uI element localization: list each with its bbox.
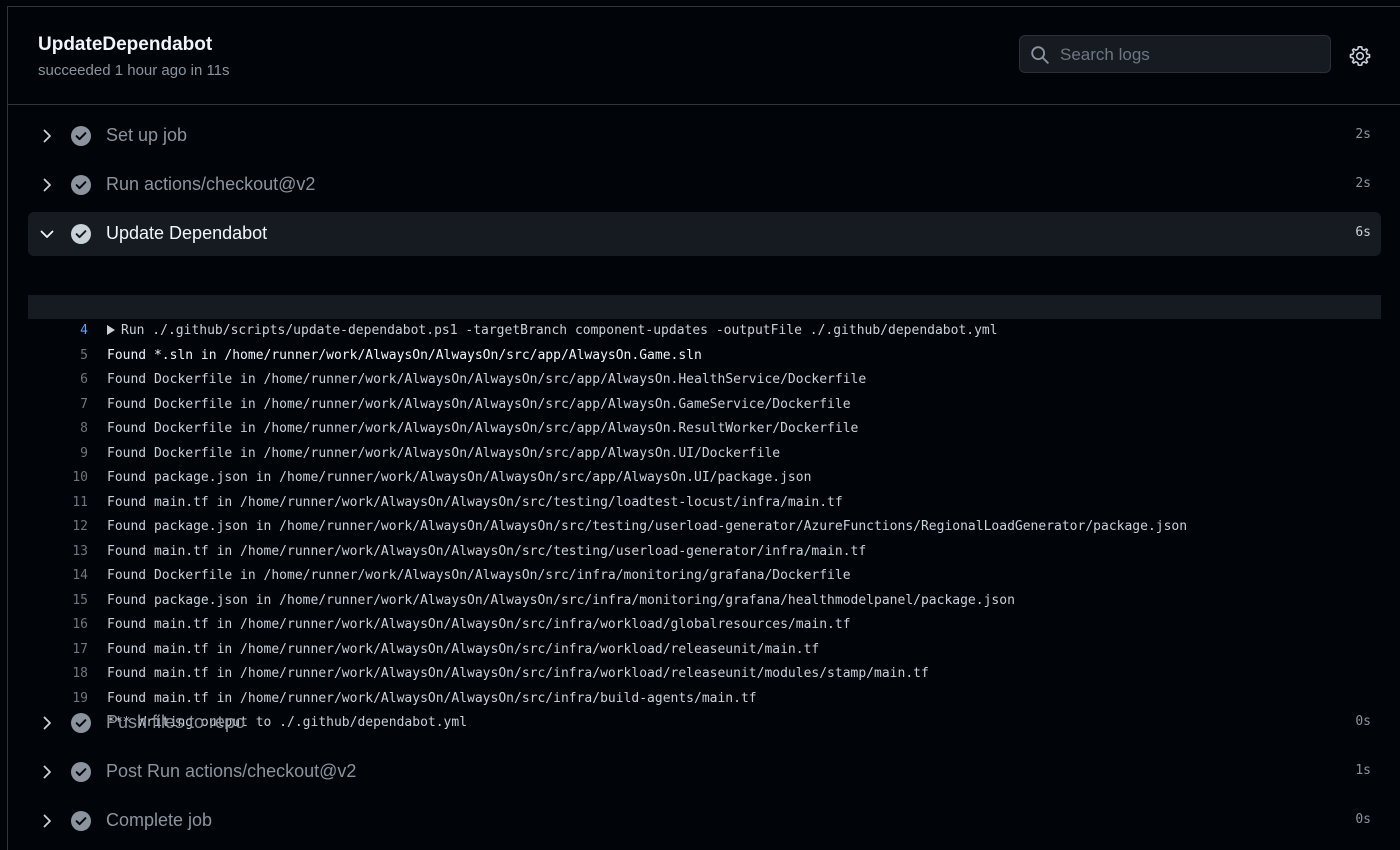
step-log-output: 1 Run ./.github/scripts/update-dependabo… xyxy=(28,270,1381,731)
step-run-checkout[interactable]: Run actions/checkout@v2 2s xyxy=(28,163,1381,207)
success-check-icon xyxy=(71,224,91,244)
job-title: UpdateDependabot xyxy=(38,34,213,55)
log-line[interactable]: 8 Found Dockerfile in /home/runner/work/… xyxy=(28,393,1381,461)
log-line[interactable]: 13 Found Dockerfile in /home/runner/work… xyxy=(28,515,1381,584)
chevron-down-icon xyxy=(40,230,54,238)
log-line[interactable]: 9 Found package.json in /home/runner/wor… xyxy=(28,417,1381,486)
step-label: Set up job xyxy=(106,125,188,145)
step-label: Update Dependabot xyxy=(106,223,268,243)
chevron-right-icon xyxy=(43,178,51,192)
chevron-right-icon xyxy=(43,814,51,828)
search-logs-input[interactable] xyxy=(1058,36,1322,74)
gear-icon[interactable] xyxy=(1348,44,1372,68)
job-header: UpdateDependabot succeeded 1 hour ago in… xyxy=(8,7,1400,105)
step-duration: 1s xyxy=(1355,763,1371,778)
log-line[interactable]: 5 Found Dockerfile in /home/runner/work/… xyxy=(28,319,1381,388)
success-check-icon xyxy=(71,175,91,195)
log-line[interactable]: 17 Found main.tf in /home/runner/work/Al… xyxy=(28,613,1381,682)
job-status-summary: succeeded 1 hour ago in 11s xyxy=(38,62,230,79)
log-line[interactable]: 16 Found main.tf in /home/runner/work/Al… xyxy=(28,589,1381,657)
step-push-files[interactable]: Push files to repo 0s xyxy=(28,701,1381,745)
log-line[interactable]: 19 *** Writing output to ./.github/depen… xyxy=(28,662,1381,731)
success-check-icon xyxy=(71,811,91,831)
step-duration: 6s xyxy=(1355,225,1371,240)
log-line[interactable]: 18 Found main.tf in /home/runner/work/Al… xyxy=(28,638,1381,706)
step-label: Post Run actions/checkout@v2 xyxy=(106,761,357,781)
log-line[interactable]: 6 Found Dockerfile in /home/runner/work/… xyxy=(28,344,1381,412)
log-line[interactable]: 7 Found Dockerfile in /home/runner/work/… xyxy=(28,368,1381,437)
step-post-run-checkout[interactable]: Post Run actions/checkout@v2 1s xyxy=(28,750,1381,794)
step-label: Push files to repo xyxy=(106,712,246,732)
search-icon xyxy=(1031,46,1049,64)
chevron-right-icon xyxy=(43,129,51,143)
log-line[interactable]: 1 Run ./.github/scripts/update-dependabo… xyxy=(28,270,1381,339)
step-set-up-job[interactable]: Set up job 2s xyxy=(28,114,1381,158)
log-line[interactable]: 10 Found main.tf in /home/runner/work/Al… xyxy=(28,442,1381,510)
log-line[interactable]: 14 Found package.json in /home/runner/wo… xyxy=(28,540,1381,608)
chevron-right-icon xyxy=(43,765,51,779)
search-logs-box[interactable] xyxy=(1019,35,1331,74)
success-check-icon xyxy=(71,762,91,782)
step-label: Complete job xyxy=(106,810,213,830)
step-update-dependabot[interactable]: Update Dependabot 6s xyxy=(28,212,1381,256)
chevron-right-icon xyxy=(43,716,51,730)
job-log-panel: UpdateDependabot succeeded 1 hour ago in… xyxy=(7,6,1400,850)
log-line[interactable]: 4 Found *.sln in /home/runner/work/Alway… xyxy=(28,294,1381,363)
step-label: Run actions/checkout@v2 xyxy=(106,174,316,194)
success-check-icon xyxy=(71,126,91,146)
step-duration: 2s xyxy=(1355,176,1371,191)
step-complete-job[interactable]: Complete job 0s xyxy=(28,799,1381,843)
log-line[interactable]: 11 Found package.json in /home/runner/wo… xyxy=(28,466,1381,535)
step-duration: 0s xyxy=(1355,714,1371,729)
log-line[interactable]: 12 Found main.tf in /home/runner/work/Al… xyxy=(28,491,1381,559)
step-duration: 0s xyxy=(1355,812,1371,827)
step-duration: 2s xyxy=(1355,127,1371,142)
log-line[interactable]: 15 Found main.tf in /home/runner/work/Al… xyxy=(28,564,1381,633)
success-check-icon xyxy=(71,713,91,733)
